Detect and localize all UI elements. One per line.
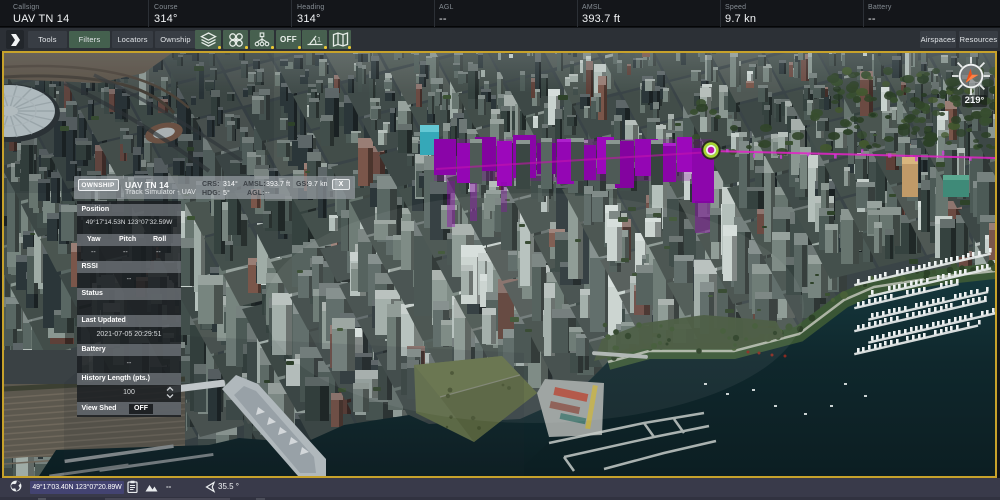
svg-text:1: 1 [317,36,321,43]
